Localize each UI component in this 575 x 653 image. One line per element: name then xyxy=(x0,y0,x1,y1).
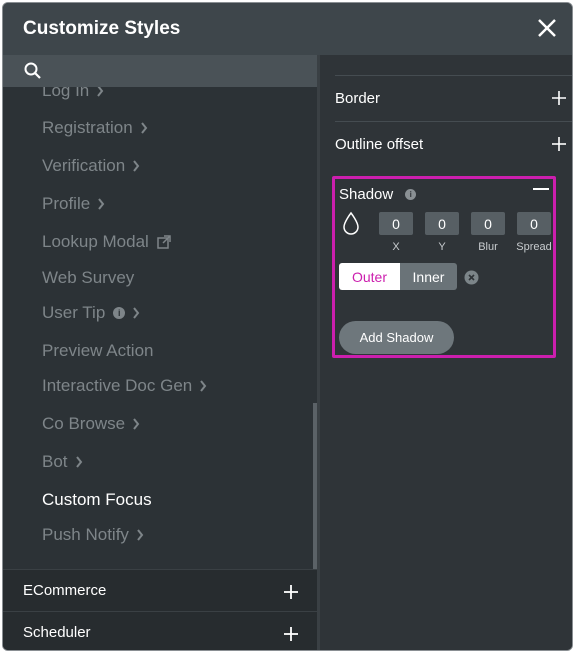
outline-offset-row[interactable]: Outline offset xyxy=(335,121,572,167)
nav-item-label: Registration xyxy=(42,118,133,137)
shadow-y-label: Y xyxy=(438,241,446,253)
shadow-y-input[interactable]: 0 xyxy=(425,212,459,235)
shadow-blur-input[interactable]: 0 xyxy=(471,212,505,235)
nav-item-bot[interactable]: Bot xyxy=(42,451,83,473)
chevron-right-icon xyxy=(133,160,140,172)
chevron-right-icon xyxy=(75,456,82,468)
chevron-right-icon xyxy=(97,87,104,97)
left-panel: Log In Registration Verification Profile… xyxy=(3,55,317,650)
nav-item-label: Push Notify xyxy=(42,525,129,544)
nav-item-registration[interactable]: Registration xyxy=(42,117,148,139)
plus-icon[interactable] xyxy=(283,584,299,600)
info-icon: i xyxy=(113,307,126,319)
chevron-right-icon xyxy=(133,418,140,430)
nav-item-label: Verification xyxy=(42,156,126,175)
shadow-title: Shadow xyxy=(339,186,394,203)
chevron-right-icon xyxy=(98,198,105,210)
shadow-section: Shadow i 0 0 0 0 X Y Blur Spread Outer I… xyxy=(332,176,556,358)
nav-item-label: Web Survey xyxy=(42,268,135,287)
section-label: Scheduler xyxy=(23,624,91,641)
color-drop-icon[interactable] xyxy=(342,211,360,235)
section-scheduler[interactable]: Scheduler xyxy=(3,611,317,650)
search-input[interactable] xyxy=(3,55,317,87)
border-label: Border xyxy=(335,90,381,107)
nav-item-label: Preview Action xyxy=(42,341,154,360)
nav-item-label: Profile xyxy=(42,194,91,213)
collapse-minus-icon[interactable] xyxy=(533,188,549,190)
shadow-x-input[interactable]: 0 xyxy=(379,212,413,235)
border-row[interactable]: Border xyxy=(335,75,572,121)
chevron-right-icon xyxy=(140,122,147,134)
external-link-icon xyxy=(157,235,171,249)
customize-styles-dialog: Customize Styles Log In Registration Ver… xyxy=(2,2,573,651)
shadow-x-label: X xyxy=(392,241,400,253)
nav-item-web-survey[interactable]: Web Survey xyxy=(42,267,134,289)
close-icon[interactable] xyxy=(536,17,558,39)
section-label: ECommerce xyxy=(23,582,107,599)
shadow-header: Shadow i xyxy=(339,186,417,203)
inner-option[interactable]: Inner xyxy=(400,263,457,290)
nav-item-user-tip[interactable]: User Tip i xyxy=(42,302,140,324)
nav-item-label: Bot xyxy=(42,452,68,471)
right-panel: Border Outline offset Shadow i 0 0 0 0 X… xyxy=(317,55,572,650)
chevron-right-icon xyxy=(137,529,144,541)
nav-item-custom-focus[interactable]: Custom Focus xyxy=(42,489,152,511)
nav-item-push-notify[interactable]: Push Notify xyxy=(42,524,144,546)
dialog-title: Customize Styles xyxy=(23,18,181,39)
nav-item-lookup-modal[interactable]: Lookup Modal xyxy=(42,231,171,253)
nav-item-label: Lookup Modal xyxy=(42,232,149,251)
nav-item-label: Log In xyxy=(42,87,90,100)
outer-option[interactable]: Outer xyxy=(339,263,400,290)
nav-item-log-in[interactable]: Log In xyxy=(42,87,104,102)
nav-item-label: Co Browse xyxy=(42,414,126,433)
plus-icon[interactable] xyxy=(551,90,567,106)
chevron-right-icon xyxy=(133,307,140,319)
dialog-header: Customize Styles xyxy=(3,3,572,55)
add-shadow-button[interactable]: Add Shadow xyxy=(339,321,454,354)
shadow-type-toggle: Outer Inner xyxy=(339,263,457,290)
nav-item-co-browse[interactable]: Co Browse xyxy=(42,413,140,435)
nav-item-label: Interactive Doc Gen xyxy=(42,376,193,395)
plus-icon[interactable] xyxy=(283,626,299,642)
remove-shadow-icon[interactable] xyxy=(464,270,479,285)
search-icon xyxy=(24,62,41,79)
nav-item-label: Custom Focus xyxy=(42,490,152,509)
nav-item-label: User Tip xyxy=(42,303,106,322)
nav-item-verification[interactable]: Verification xyxy=(42,155,140,177)
nav-list: Log In Registration Verification Profile… xyxy=(3,87,317,569)
nav-item-interactive-doc-gen[interactable]: Interactive Doc Gen xyxy=(42,375,207,397)
nav-item-preview-action[interactable]: Preview Action xyxy=(42,340,154,362)
shadow-blur-label: Blur xyxy=(478,241,498,253)
shadow-spread-label: Spread xyxy=(516,241,552,253)
shadow-spread-input[interactable]: 0 xyxy=(517,212,551,235)
info-icon[interactable]: i xyxy=(405,189,417,200)
plus-icon[interactable] xyxy=(551,136,567,152)
chevron-right-icon xyxy=(200,380,207,392)
outline-offset-label: Outline offset xyxy=(335,136,424,153)
nav-item-profile[interactable]: Profile xyxy=(42,193,105,215)
section-ecommerce[interactable]: ECommerce xyxy=(3,569,317,611)
